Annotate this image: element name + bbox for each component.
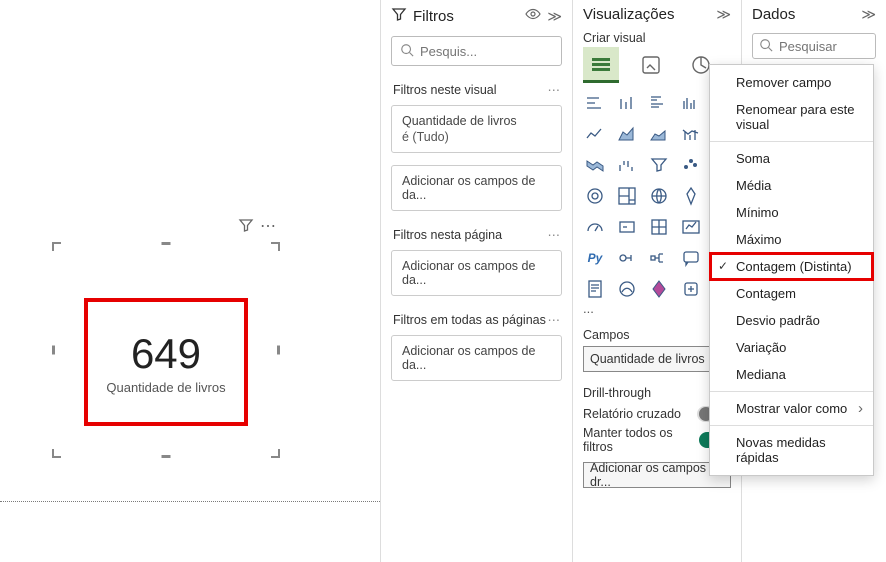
more-icon[interactable]: ⋯ [548,82,561,97]
viz-donut-icon[interactable] [583,184,607,208]
card-visual[interactable]: 649 Quantidade de livros [84,298,248,426]
viz-decomposition-tree-icon[interactable] [647,246,671,270]
viz-treemap-icon[interactable] [615,184,639,208]
resize-handle[interactable] [52,449,61,458]
filters-search-field[interactable] [420,44,553,59]
viz-clustered-bar-icon[interactable] [647,91,671,115]
menu-maximum[interactable]: Máximo [710,226,873,253]
filter-add-well[interactable]: Adicionar os campos de da... [391,250,562,296]
field-context-menu: Remover campo Renomear para este visual … [709,64,874,476]
viz-pane-subtitle: Criar visual [573,29,741,47]
menu-minimum[interactable]: Mínimo [710,199,873,226]
viz-clustered-column-icon[interactable] [679,91,703,115]
page-divider [0,501,380,502]
filter-add-label: Adicionar os campos de da... [402,344,535,372]
viz-waterfall-icon[interactable] [615,153,639,177]
card-visual-selection[interactable]: ⋯ 649 Quantidade de livros [56,246,276,454]
filter-icon[interactable] [238,217,254,236]
viz-gauge-icon[interactable] [583,215,607,239]
data-search-field[interactable] [779,39,869,54]
viz-pane-title: Visualizações [583,6,710,23]
filter-add-label: Adicionar os campos de da... [402,174,535,202]
menu-std-dev[interactable]: Desvio padrão [710,307,873,334]
data-search-input[interactable] [752,33,876,59]
filter-card-status: é (Tudo) [402,130,551,144]
filter-card-field: Quantidade de livros [402,114,551,128]
menu-variance[interactable]: Variação [710,334,873,361]
filter-add-well[interactable]: Adicionar os campos de da... [391,335,562,381]
viz-filled-map-icon[interactable] [679,184,703,208]
filters-search-input[interactable] [391,36,562,66]
menu-count[interactable]: Contagem [710,280,873,307]
card-label: Quantidade de livros [106,380,225,395]
resize-handle[interactable] [162,242,171,245]
drillthrough-add-label: Adicionar os campos de dr... [590,461,724,489]
resize-handle[interactable] [277,346,280,355]
search-icon [759,38,773,55]
viz-python-icon[interactable]: Py [583,246,607,270]
tab-build-visual[interactable] [583,47,619,83]
viz-power-apps-icon[interactable] [647,277,671,301]
filters-page-section-title: Filtros nesta página [393,228,502,242]
viz-get-more-icon[interactable] [679,277,703,301]
viz-paginated-report-icon[interactable] [583,277,607,301]
viz-kpi-icon[interactable] [679,215,703,239]
menu-new-quick-measure[interactable]: Novas medidas rápidas [710,429,873,471]
viz-arcgis-icon[interactable] [615,277,639,301]
menu-show-value-as[interactable]: Mostrar valor como [710,395,873,422]
filters-pane: Filtros ≫ Filtros neste visual ⋯ Quantid… [380,0,572,562]
menu-average[interactable]: Média [710,172,873,199]
menu-count-distinct[interactable]: Contagem (Distinta) [710,253,873,280]
menu-rename-for-visual[interactable]: Renomear para este visual [710,96,873,138]
filter-add-label: Adicionar os campos de da... [402,259,535,287]
viz-card-icon[interactable] [615,215,639,239]
more-icon[interactable]: ⋯ [548,312,561,327]
viz-stacked-bar-icon[interactable] [583,91,607,115]
menu-sum[interactable]: Soma [710,145,873,172]
viz-stacked-area-icon[interactable] [647,122,671,146]
more-icon[interactable]: ⋯ [260,216,276,236]
collapse-icon[interactable]: ≫ [716,6,731,23]
viz-stacked-column-icon[interactable] [615,91,639,115]
viz-funnel-icon[interactable] [647,153,671,177]
keep-all-filters-label: Manter todos os filtros [583,426,699,454]
viz-line-icon[interactable] [583,122,607,146]
data-pane-title: Dados [752,6,855,23]
resize-handle[interactable] [271,449,280,458]
viz-key-influencers-icon[interactable] [615,246,639,270]
report-canvas[interactable]: ⋯ 649 Quantidade de livros [0,0,380,562]
filters-pane-title: Filtros [413,8,519,25]
cross-report-label: Relatório cruzado [583,407,681,421]
more-icon[interactable]: ⋯ [548,227,561,242]
filters-visual-section-title: Filtros neste visual [393,83,497,97]
viz-scatter-icon[interactable] [679,153,703,177]
viz-ribbon-icon[interactable] [583,153,607,177]
menu-remove-field[interactable]: Remover campo [710,69,873,96]
collapse-icon[interactable]: ≫ [547,8,562,25]
filter-card[interactable]: Quantidade de livros é (Tudo) [391,105,562,153]
viz-area-icon[interactable] [615,122,639,146]
collapse-icon[interactable]: ≫ [861,6,876,23]
filter-icon [391,6,407,26]
filters-allpages-section-title: Filtros em todas as páginas [393,313,546,327]
viz-map-icon[interactable] [647,184,671,208]
field-well-value: Quantidade de livros [590,352,705,366]
search-icon [400,43,414,60]
eye-icon[interactable] [525,6,541,26]
filter-add-well[interactable]: Adicionar os campos de da... [391,165,562,211]
resize-handle[interactable] [271,242,280,251]
resize-handle[interactable] [162,455,171,458]
viz-q-and-a-icon[interactable] [679,246,703,270]
resize-handle[interactable] [52,242,61,251]
viz-line-stacked-col-icon[interactable] [679,122,703,146]
viz-multi-row-card-icon[interactable] [647,215,671,239]
resize-handle[interactable] [52,346,55,355]
card-value: 649 [131,330,201,378]
tab-format-visual[interactable] [633,47,669,83]
menu-median[interactable]: Mediana [710,361,873,388]
